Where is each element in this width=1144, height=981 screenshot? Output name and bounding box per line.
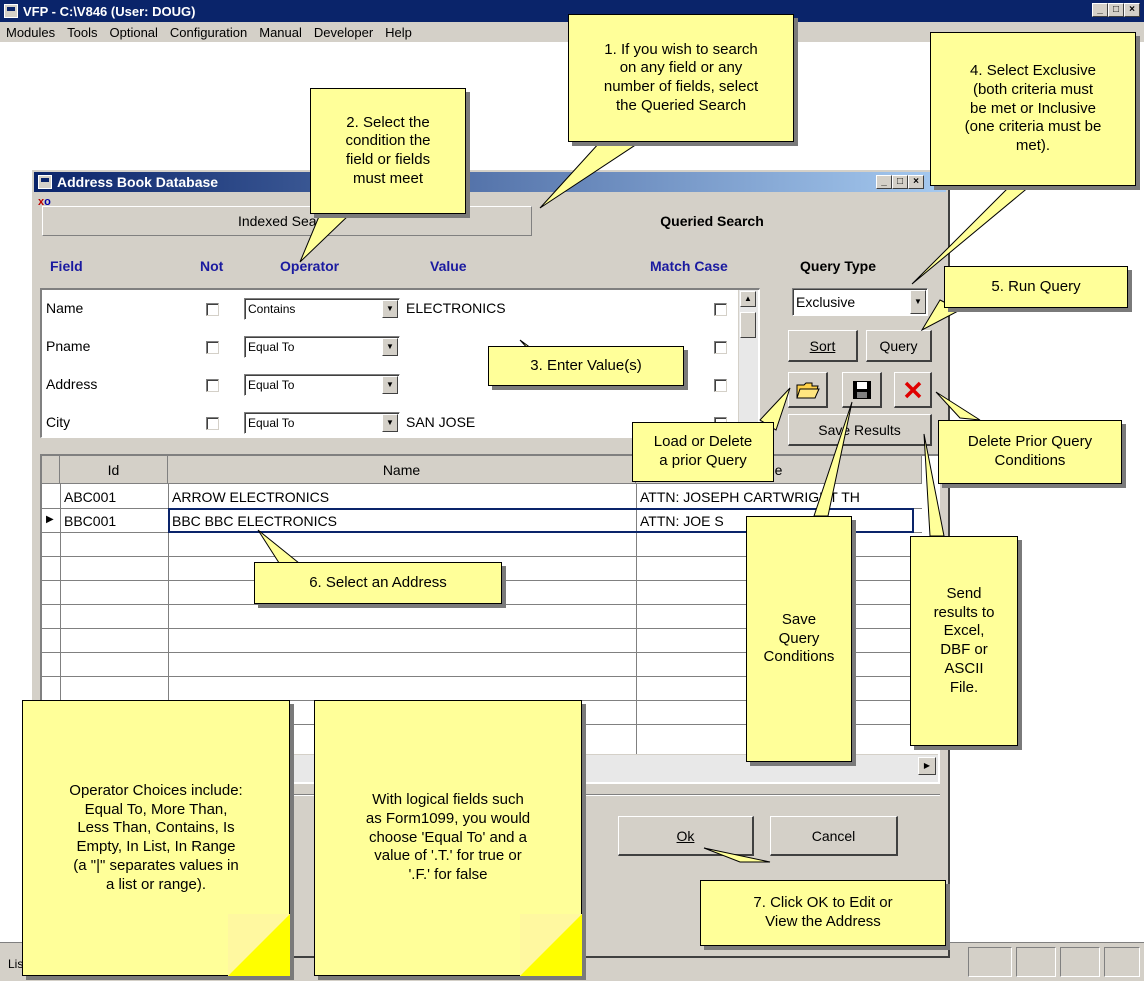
callout-line: 3. Enter Value(s) xyxy=(530,356,642,374)
callout-send-results: Send results to Excel, DBF or ASCII File… xyxy=(910,536,1018,746)
callout-line: field or fields xyxy=(345,151,431,168)
page-fold xyxy=(520,914,582,976)
pointer-c7 xyxy=(703,847,771,863)
callout-line: Query xyxy=(778,629,820,647)
callout-line: File. xyxy=(949,678,979,696)
callout-line: must meet xyxy=(352,169,423,187)
callout-line: With logical fields such xyxy=(372,791,524,809)
callout-exclusive-inclusive: 4. Select Exclusive (both criteria must … xyxy=(930,32,1136,186)
callout-line: choose 'Equal To' and a xyxy=(368,828,528,846)
pointer-delete xyxy=(935,391,981,421)
callout-line: Operator Choices include: xyxy=(69,781,243,799)
callout-line: Send xyxy=(946,584,982,602)
callout-line: Excel, xyxy=(943,622,985,640)
pointer-c1 xyxy=(539,141,642,209)
callout-line: the Queried Search xyxy=(615,96,747,114)
callout-enter-values: 3. Enter Value(s) xyxy=(488,346,684,386)
callout-line: a list or range). xyxy=(105,875,207,893)
callout-line: (one criteria must be xyxy=(964,118,1102,136)
callout-line: Conditions xyxy=(994,452,1066,469)
callout-line: be met or Inclusive xyxy=(970,99,1096,117)
callout-queried-search: 1. If you wish to search on any field or… xyxy=(568,14,794,142)
callout-line: Equal To, More Than, xyxy=(84,800,228,818)
callout-line: results to xyxy=(933,603,995,621)
callout-line: 5. Run Query xyxy=(991,277,1081,295)
callout-line: condition the xyxy=(345,132,431,150)
callout-line: Load or Delete xyxy=(653,433,753,451)
callout-line: 6. Select an Address xyxy=(309,573,447,591)
callout-line: (both criteria must xyxy=(972,80,1094,98)
callout-line: Delete Prior Query xyxy=(967,433,1093,451)
callout-line: View the Address xyxy=(765,913,881,930)
callout-line: (a "|" separates values in xyxy=(73,856,239,874)
callout-save-conditions: Save Query Conditions xyxy=(746,516,852,762)
callout-load-delete: Load or Delete a prior Query xyxy=(632,422,774,482)
callout-line: '.F.' for false xyxy=(408,866,488,884)
callout-line: on any field or any xyxy=(619,59,743,77)
callout-line: Less Than, Contains, Is xyxy=(77,819,235,837)
callout-click-ok: 7. Click OK to Edit or View the Address xyxy=(700,880,946,946)
callout-delete-conditions: Delete Prior Query Conditions xyxy=(938,420,1122,484)
pointer-c2 xyxy=(299,213,352,263)
callout-line: 2. Select the xyxy=(346,113,430,131)
callout-line: value of '.T.' for true or xyxy=(374,847,522,865)
callout-logical-fields: With logical fields such as Form1099, yo… xyxy=(314,700,582,976)
callout-line: a prior Query xyxy=(659,452,747,469)
callout-line: 4. Select Exclusive xyxy=(970,62,1096,80)
callout-line: as Form1099, you would xyxy=(365,809,531,827)
callout-line: 7. Click OK to Edit or xyxy=(753,894,893,912)
pointer-save xyxy=(813,401,853,517)
callout-line: Empty, In List, In Range xyxy=(76,838,236,855)
page-fold xyxy=(228,914,290,976)
callout-run-query: 5. Run Query xyxy=(944,266,1128,308)
callout-line: Conditions xyxy=(763,648,835,666)
callout-line: ASCII xyxy=(944,659,984,677)
callout-line: Save xyxy=(781,610,817,628)
callout-operator-choices: Operator Choices include: Equal To, More… xyxy=(22,700,290,976)
callout-select-address: 6. Select an Address xyxy=(254,562,502,604)
callout-line: 1. If you wish to search xyxy=(604,40,758,58)
callout-line: met). xyxy=(1015,137,1051,155)
callout-select-condition: 2. Select the condition the field or fie… xyxy=(310,88,466,214)
callout-line: number of fields, select xyxy=(603,78,759,95)
callout-line: DBF or xyxy=(940,641,988,658)
